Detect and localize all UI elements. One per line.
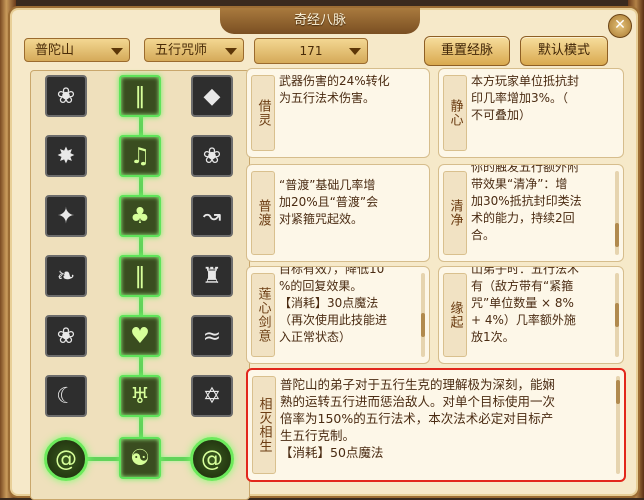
meridian-node-bamboo-icon[interactable]: ‖ <box>119 255 161 297</box>
meridian-window: 奇经八脉 ✕ 普陀山 五行咒师 171 重置经脉 默认模式 ❀ ‖ ◆ ✸ ♫ ❀ ✦ ♣ ↝ ❧… <box>8 6 640 500</box>
reset-meridian-button[interactable]: 重置经脉 <box>424 36 510 66</box>
flame-icon: ✦ <box>56 203 76 229</box>
skill-card-yuanqi[interactable]: 缘起 山弟子时：五行法术 有（敌方带有“紧箍 咒”单位数量 × 8% + 4%）… <box>438 266 624 364</box>
skill-name: 清净 <box>443 171 467 255</box>
meridian-node-pagoda-icon[interactable]: ♜ <box>191 255 233 297</box>
bamboo-icon: ‖ <box>134 83 146 109</box>
meridian-grid: ❀ ‖ ◆ ✸ ♫ ❀ ✦ ♣ ↝ ❧ ‖ ♜ ❀ ♥ ≈ ☾ ♅ ✡ @ ☯ @ <box>30 70 250 500</box>
scroll-thumb[interactable] <box>615 223 619 247</box>
meridian-node-flame-icon[interactable]: ✦ <box>45 195 87 237</box>
chevron-down-icon <box>349 48 361 55</box>
meridian-node-wave-icon[interactable]: ≈ <box>191 315 233 357</box>
meridian-node-lotus-icon[interactable]: ❀ <box>45 315 87 357</box>
yinyang-icon: ☯ <box>130 445 150 471</box>
swirl-icon: @ <box>55 446 77 472</box>
lotus-icon: ❀ <box>56 323 76 349</box>
skill-card-pudu[interactable]: 普渡 “普渡”基础几率增 加20%且“普渡”会 对紧箍咒起效。 <box>246 164 430 262</box>
burst-icon: ✸ <box>56 143 76 169</box>
meridian-node-moon-icon[interactable]: ☾ <box>45 375 87 417</box>
skill-desc: 山弟子时：五行法术 有（敌方带有“紧箍 咒”单位数量 × 8% + 4%）几率额… <box>471 266 580 344</box>
skill-card-jingxin[interactable]: 静心 本方玩家单位抵抗封 印几率增加3%。（ 不可叠加） <box>438 68 624 158</box>
bell-icon: ♫ <box>130 143 150 169</box>
scrollbar[interactable] <box>615 171 619 255</box>
scrollbar[interactable] <box>615 273 619 357</box>
lotus-icon: ❀ <box>202 143 222 169</box>
leaf-icon: ❧ <box>56 263 76 289</box>
meridian-node-yinyang-icon[interactable]: ☯ <box>119 437 161 479</box>
meridian-node-gem-icon[interactable]: ◆ <box>191 75 233 117</box>
skill-name: 莲心剑意 <box>251 273 275 357</box>
skill-desc: 目标有效），降低10 %的回复效果。 【消耗】30点魔法 （再次使用此技能进 入… <box>279 266 388 344</box>
scrollbar[interactable] <box>616 376 620 474</box>
skill-desc: 普陀山的弟子对于五行生克的理解极为深刻，能娴 熟的运转五行进而惩治敌人。对单个目… <box>280 377 556 460</box>
star-icon: ✡ <box>202 383 222 409</box>
vase-icon: ♣ <box>130 203 150 229</box>
skill-name: 静心 <box>443 75 467 151</box>
school-dropdown[interactable]: 普陀山 <box>24 38 130 62</box>
skill-card-qingjing[interactable]: 清净 你的触发五行额外附 带效果“清净”：增 加30%抵抗封印类法 术的能力，持… <box>438 164 624 262</box>
window-title: 奇经八脉 <box>220 8 420 34</box>
meridian-node-vase-icon[interactable]: ♣ <box>119 195 161 237</box>
meridian-node-burst-icon[interactable]: ✸ <box>45 135 87 177</box>
points-field[interactable]: 171 <box>254 38 368 64</box>
swirl-icon: @ <box>201 446 223 472</box>
scroll-thumb[interactable] <box>615 303 619 327</box>
meridian-node-crane-icon[interactable]: ↝ <box>191 195 233 237</box>
skill-desc: “普渡”基础几率增 加20%且“普渡”会 对紧箍咒起效。 <box>279 178 379 226</box>
gem-icon: ◆ <box>203 83 221 109</box>
meridian-node-bell-icon[interactable]: ♫ <box>119 135 161 177</box>
moon-icon: ☾ <box>56 383 76 409</box>
meridian-node-star-icon[interactable]: ✡ <box>191 375 233 417</box>
skill-name: 相灭相生 <box>252 376 276 474</box>
crane-icon: ↝ <box>202 203 222 229</box>
pagoda-icon: ♜ <box>202 263 222 289</box>
skill-desc: 你的触发五行额外附 带效果“清净”：增 加30%抵抗封印类法 术的能力，持续2回… <box>471 164 582 242</box>
skill-name: 借灵 <box>251 75 275 151</box>
chevron-down-icon <box>111 48 123 55</box>
skill-name: 普渡 <box>251 171 275 255</box>
lotus-icon: ❀ <box>56 83 76 109</box>
skill-card-lianxin[interactable]: 莲心剑意 目标有效），降低10 %的回复效果。 【消耗】30点魔法 （再次使用此… <box>246 266 430 364</box>
scroll-thumb[interactable] <box>616 380 620 404</box>
skill-desc: 本方玩家单位抵抗封 印几率增加3%。（ 不可叠加） <box>471 74 580 122</box>
meridian-node-sash-icon[interactable]: ♅ <box>119 375 161 417</box>
route-dropdown[interactable]: 五行咒师 <box>144 38 244 62</box>
meridian-node-leaf-icon[interactable]: ❧ <box>45 255 87 297</box>
scroll-thumb[interactable] <box>421 313 425 337</box>
skill-name: 缘起 <box>443 273 467 357</box>
meridian-node-swirl-icon[interactable]: @ <box>190 437 234 481</box>
meridian-node-swirl-icon[interactable]: @ <box>44 437 88 481</box>
wave-icon: ≈ <box>202 323 222 349</box>
chevron-down-icon <box>225 48 237 55</box>
meridian-node-bamboo-icon[interactable]: ‖ <box>119 75 161 117</box>
points-value: 171 <box>299 44 323 58</box>
meridian-node-heart-icon[interactable]: ♥ <box>119 315 161 357</box>
route-label: 五行咒师 <box>155 43 208 58</box>
meridian-node-lotus-icon[interactable]: ❀ <box>45 75 87 117</box>
close-button[interactable]: ✕ <box>608 14 632 38</box>
default-mode-button[interactable]: 默认模式 <box>520 36 608 66</box>
close-icon: ✕ <box>614 17 626 33</box>
skill-card-xiangmie-selected[interactable]: 相灭相生 普陀山的弟子对于五行生克的理解极为深刻，能娴 熟的运转五行进而惩治敌人… <box>246 368 626 482</box>
scrollbar[interactable] <box>421 273 425 357</box>
meridian-node-lotus-icon[interactable]: ❀ <box>191 135 233 177</box>
skill-card-jieling[interactable]: 借灵 武器伤害的24%转化 为五行法术伤害。 <box>246 68 430 158</box>
sash-icon: ♅ <box>130 383 150 409</box>
heart-icon: ♥ <box>130 323 150 349</box>
bamboo-icon: ‖ <box>134 263 146 289</box>
school-label: 普陀山 <box>35 43 75 58</box>
skill-desc: 武器伤害的24%转化 为五行法术伤害。 <box>279 74 390 105</box>
